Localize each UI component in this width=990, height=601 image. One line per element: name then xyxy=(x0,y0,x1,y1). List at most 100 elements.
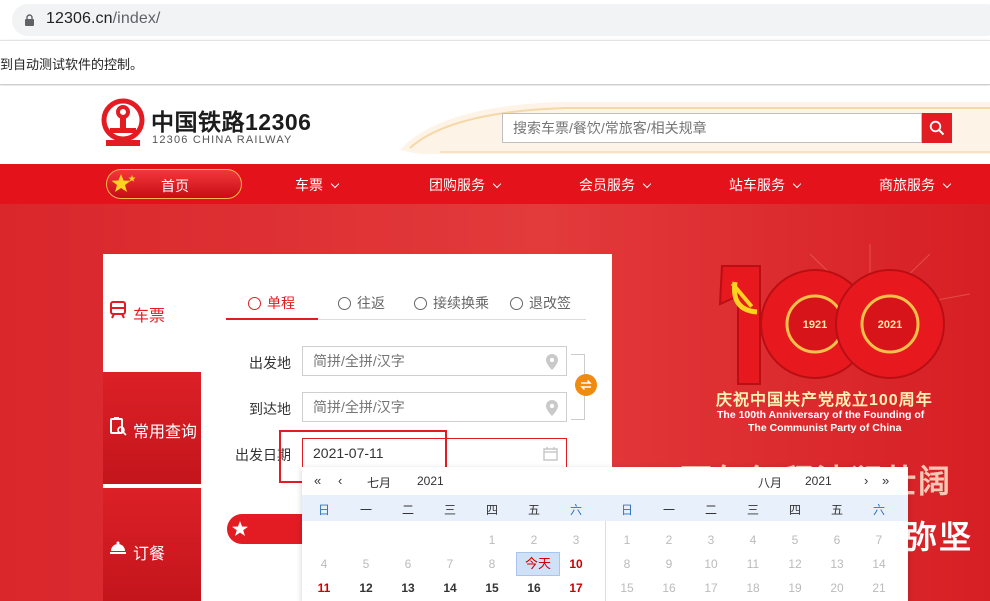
calendar-day[interactable]: 2 xyxy=(654,533,684,547)
nav-home[interactable]: 首页 xyxy=(106,169,242,199)
calendar-day[interactable]: 17 xyxy=(696,581,726,595)
clipboard-search-icon xyxy=(110,417,127,436)
calendar-day[interactable]: 1 xyxy=(477,533,507,547)
calendar-day[interactable]: 8 xyxy=(477,557,507,571)
url-text[interactable]: 12306.cn/index/ xyxy=(46,10,160,28)
weekday-header: 日 一 二 三 四 五 六 日 一 二 三 四 五 六 xyxy=(302,495,908,521)
next-month-button[interactable]: › xyxy=(864,473,868,488)
calendar-day[interactable]: 1 xyxy=(612,533,642,547)
weekday-wed: 三 xyxy=(746,503,759,517)
calendar-day[interactable]: 10 xyxy=(696,557,726,571)
hero-subtitle-line1: The 100th Anniversary of the Founding of xyxy=(717,409,925,421)
weekday-sun: 日 xyxy=(620,503,633,517)
calendar-day[interactable]: 13 xyxy=(393,581,423,595)
tab-refund-change[interactable]: 退改签 xyxy=(510,293,571,313)
calendar-day[interactable]: 7 xyxy=(435,557,465,571)
tab-refund-change-label: 退改签 xyxy=(529,295,571,311)
calendar-day[interactable]: 18 xyxy=(738,581,768,595)
site-search-input[interactable] xyxy=(503,114,921,142)
train-icon xyxy=(110,301,126,319)
calendar-day[interactable]: 5 xyxy=(780,533,810,547)
hero-year-1921: 1921 xyxy=(803,319,827,331)
calendar-day[interactable]: 17 xyxy=(561,581,591,595)
nav-group-service[interactable]: 团购服务 xyxy=(429,175,502,195)
cloche-icon xyxy=(110,541,126,554)
calendar-day[interactable]: 12 xyxy=(351,581,381,595)
calendar-day[interactable]: 12 xyxy=(780,557,810,571)
calendar-day[interactable]: 3 xyxy=(696,533,726,547)
calendar-day[interactable]: 16 xyxy=(519,581,549,595)
next-year-button[interactable]: » xyxy=(882,473,889,488)
site-header: 中国铁路12306 12306 CHINA RAILWAY xyxy=(0,86,990,164)
calendar-day[interactable]: 6 xyxy=(393,557,423,571)
tab-round-trip[interactable]: 往返 xyxy=(338,293,385,313)
tab-one-way[interactable]: 单程 xyxy=(248,293,295,313)
prev-year-button[interactable]: « xyxy=(314,473,321,488)
search-button[interactable] xyxy=(922,113,952,143)
tab-round-trip-label: 往返 xyxy=(357,295,385,311)
nav-business-service[interactable]: 商旅服务 xyxy=(879,175,952,195)
calendar-day[interactable]: 16 xyxy=(654,581,684,595)
calendar-day[interactable]: 2 xyxy=(519,533,549,547)
calendar-day[interactable]: 7 xyxy=(864,533,894,547)
calendar-day[interactable]: 8 xyxy=(612,557,642,571)
weekday-sat: 六 xyxy=(872,503,885,517)
weekday-tue: 二 xyxy=(704,503,717,517)
to-station-field[interactable] xyxy=(302,392,567,422)
nav-station-service[interactable]: 站车服务 xyxy=(729,175,802,195)
chevron-down-icon xyxy=(942,179,952,189)
tab-transfer-label: 接续换乘 xyxy=(433,295,489,311)
to-label: 到达地 xyxy=(249,401,291,417)
calendar-day[interactable]: 11 xyxy=(738,557,768,571)
railway-logo-icon[interactable] xyxy=(100,98,146,148)
weekday-mon: 一 xyxy=(359,503,372,517)
calendar-day[interactable]: 13 xyxy=(822,557,852,571)
from-label: 出发地 xyxy=(249,355,291,371)
nav-station-service-label: 站车服务 xyxy=(729,177,785,193)
side-tab-catering[interactable]: 订餐 xyxy=(103,488,201,601)
left-year-label: 2021 xyxy=(417,474,444,488)
calendar-day[interactable]: 3 xyxy=(561,533,591,547)
calendar-day[interactable]: 21 xyxy=(864,581,894,595)
calendar-day[interactable]: 11 xyxy=(309,581,339,595)
lock-icon xyxy=(25,14,34,26)
calendar-day[interactable]: 14 xyxy=(864,557,894,571)
nav-tickets-label: 车票 xyxy=(295,177,323,193)
nav-tickets[interactable]: 车票 xyxy=(295,175,340,195)
side-tab-catering-label: 订餐 xyxy=(133,546,166,563)
weekday-fri: 五 xyxy=(830,503,843,517)
location-pin-icon xyxy=(546,354,558,370)
chevron-down-icon xyxy=(330,179,340,189)
calendar-day[interactable]: 9 xyxy=(654,557,684,571)
calendar-day[interactable]: 4 xyxy=(738,533,768,547)
calendar-day[interactable]: 14 xyxy=(435,581,465,595)
side-tab-tickets[interactable]: 车票 xyxy=(103,254,201,372)
calendar-header: « ‹ 七月 2021 八月 2021 › » xyxy=(302,467,908,495)
calendar-day[interactable]: 15 xyxy=(477,581,507,595)
tab-transfer[interactable]: 接续换乘 xyxy=(414,293,489,313)
to-station-input[interactable] xyxy=(303,393,566,421)
chevron-down-icon xyxy=(792,179,802,189)
today-button[interactable]: 今天 xyxy=(516,552,560,576)
calendar-day[interactable]: 10 xyxy=(561,557,591,571)
side-tab-common-query[interactable]: 常用查询 xyxy=(103,372,201,484)
weekday-wed: 三 xyxy=(443,503,456,517)
calendar-day[interactable]: 4 xyxy=(309,557,339,571)
prev-month-button[interactable]: ‹ xyxy=(338,473,342,488)
site-search-box[interactable] xyxy=(502,113,922,143)
calendar-day[interactable]: 6 xyxy=(822,533,852,547)
from-station-field[interactable] xyxy=(302,346,567,376)
calendar-day[interactable]: 19 xyxy=(780,581,810,595)
search-icon xyxy=(929,120,945,136)
round-trip-icon xyxy=(338,297,351,310)
side-tab-tickets-label: 车票 xyxy=(133,308,166,325)
swap-stations-button[interactable] xyxy=(575,374,597,396)
calendar-day[interactable]: 5 xyxy=(351,557,381,571)
from-station-input[interactable] xyxy=(303,347,566,375)
nav-home-label: 首页 xyxy=(161,178,189,194)
nav-member-service[interactable]: 会员服务 xyxy=(579,175,652,195)
logo-subtitle: 12306 CHINA RAILWAY xyxy=(152,134,293,146)
calendar-day[interactable]: 20 xyxy=(822,581,852,595)
calendar-day[interactable]: 15 xyxy=(612,581,642,595)
trip-type-tabs: 单程 往返 接续换乘 退改签 xyxy=(226,284,586,320)
